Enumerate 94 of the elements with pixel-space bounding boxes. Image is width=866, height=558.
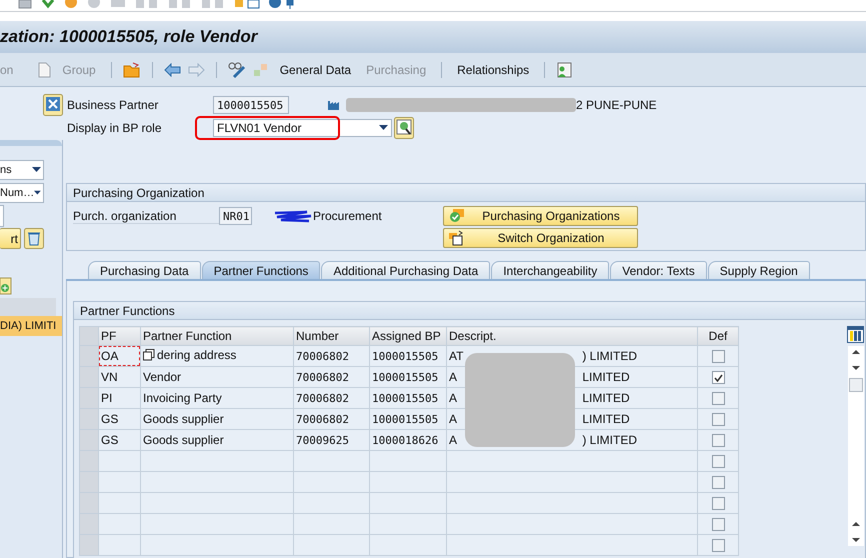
org-description: Procurement (313, 209, 382, 223)
tab[interactable]: Purchasing Data (88, 261, 201, 279)
view-dropdown[interactable]: ns (0, 160, 44, 180)
column-header[interactable]: Def (698, 326, 738, 346)
table-cell: LIMITED (582, 412, 630, 426)
table-cell: GS (101, 412, 118, 426)
table-cell: Goods supplier (143, 433, 224, 447)
table-cell: 70006802 (296, 350, 349, 362)
copy-icon[interactable] (143, 349, 155, 361)
table-cell: PI (101, 391, 112, 405)
relationships-button[interactable]: Relationships (453, 62, 534, 76)
table-cell: 70006802 (296, 392, 349, 404)
checkbox[interactable] (712, 413, 724, 426)
checkbox[interactable] (712, 497, 724, 510)
trash-icon[interactable] (24, 228, 44, 249)
table-cell: Goods supplier (143, 412, 224, 426)
table-cell: dering address (157, 348, 236, 362)
table-cell-text: A (449, 433, 458, 447)
checkbox[interactable] (712, 455, 724, 468)
add-icon[interactable] (0, 277, 12, 295)
general-data-button[interactable]: General Data (276, 62, 356, 76)
caret-icon[interactable] (34, 190, 41, 196)
close-icon[interactable] (43, 94, 63, 116)
table-cell: 70006802 (296, 370, 349, 384)
left-arrow-icon[interactable] (164, 62, 181, 76)
tab[interactable]: Vendor: Texts (610, 261, 707, 279)
org-button[interactable]: Switch Organization (443, 228, 638, 248)
partner-name: 2 PUNE-PUNE (576, 98, 657, 112)
list-header (0, 298, 56, 316)
tab[interactable]: Interchangeability (491, 261, 610, 279)
table-cell-text: A (449, 370, 458, 384)
column-header[interactable]: Partner Function (140, 326, 294, 346)
tab[interactable]: Partner Functions (202, 261, 320, 279)
factory-icon (327, 99, 342, 111)
org-button[interactable]: Purchasing Organizations (443, 206, 638, 226)
column-header[interactable]: Assigned BP (370, 326, 446, 346)
checkbox[interactable] (712, 476, 724, 490)
input-field[interactable] (0, 205, 4, 227)
field-label: Purch. organization (73, 208, 219, 224)
table-cell: 1000018626 (372, 434, 438, 446)
checkbox[interactable] (712, 434, 724, 448)
field-label: Business Partner (67, 98, 160, 112)
start-button[interactable]: rt (0, 228, 21, 249)
table-cell-text: A (449, 391, 458, 405)
table-cell: ) LIMITED (582, 433, 638, 447)
checkbox[interactable] (712, 539, 724, 552)
column-header[interactable]: Number (294, 326, 370, 346)
window-title: zation: 1000015505, role Vendor (0, 27, 258, 47)
column-header[interactable]: PF (98, 326, 140, 346)
result-row[interactable]: DIA) LIMITI (0, 316, 62, 336)
table-cell: 1000015505 (372, 412, 438, 426)
table-cell: 1000015505 (372, 350, 438, 362)
caret-icon[interactable] (379, 125, 388, 131)
purch-org-field[interactable]: NR01 (219, 207, 252, 225)
chevron-icon[interactable] (41, 0, 55, 9)
business-partner-field[interactable]: 1000015505 (213, 96, 289, 114)
role-dropdown[interactable]: FLVN01 Vendor (213, 119, 392, 137)
checkbox[interactable] (712, 371, 724, 384)
checkbox[interactable] (712, 350, 724, 364)
tab[interactable]: Supply Region (708, 261, 810, 279)
table-cell: 1000015505 (372, 392, 438, 404)
scroll-thumb[interactable] (848, 378, 862, 392)
scribble-mark (273, 209, 313, 223)
search-icon[interactable] (394, 117, 414, 139)
table-cell-text: A (449, 412, 458, 426)
field-label: Display in BP role (67, 121, 162, 135)
search-by-dropdown[interactable]: Num… (0, 183, 44, 203)
scrollbar[interactable] (848, 346, 864, 546)
right-arrow-icon[interactable] (188, 62, 205, 76)
tab[interactable]: Additional Purchasing Data (321, 261, 490, 279)
table-cell: ) LIMITED (582, 349, 638, 363)
table-cell: Invoicing Party (143, 391, 222, 405)
switch-icon (449, 230, 465, 246)
table-cell: Vendor (143, 370, 182, 384)
checkbox[interactable] (712, 518, 724, 532)
window-icon[interactable] (234, 0, 260, 9)
columns-icon[interactable] (847, 326, 864, 343)
checkbox[interactable] (712, 392, 724, 406)
table-cell: LIMITED (582, 391, 630, 405)
table-cell-text: AT (449, 349, 464, 363)
table-cell: 70009625 (296, 434, 349, 446)
table-cell: LIMITED (582, 370, 630, 384)
column-header[interactable]: Descript. (446, 326, 698, 346)
table-cell: VN (101, 370, 118, 384)
glasses-pencil-icon[interactable] (228, 62, 246, 78)
document-icon[interactable] (38, 62, 52, 78)
table-cell: 70006802 (296, 412, 349, 426)
check-icon (449, 209, 465, 223)
table-cell: OA (101, 349, 118, 363)
folder-icon[interactable] (122, 62, 141, 78)
caret-icon[interactable] (32, 167, 41, 173)
table-cell: 1000015505 (372, 370, 438, 384)
person-icon[interactable] (556, 62, 572, 78)
table-cell: GS (101, 433, 118, 447)
